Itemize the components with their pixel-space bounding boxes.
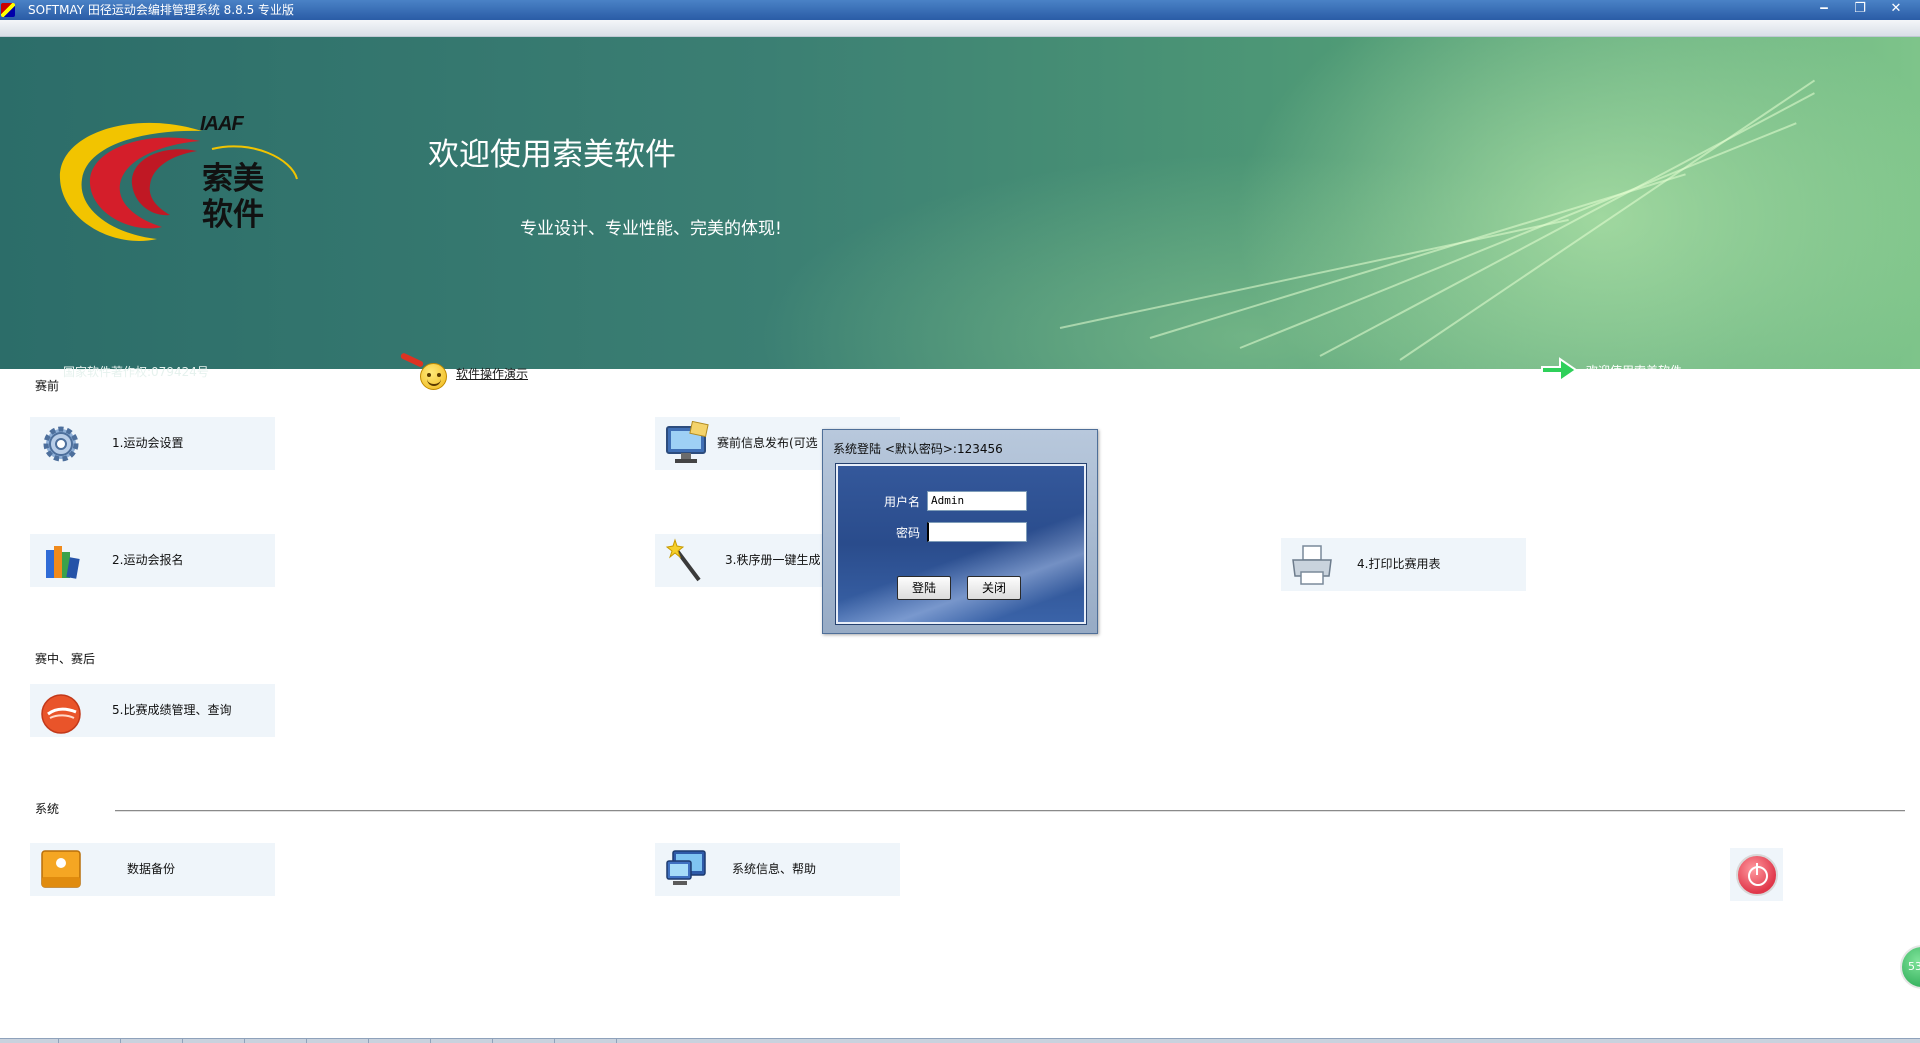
floating-widget[interactable]: 53 xyxy=(1900,945,1920,989)
minimize-button[interactable]: ‒ xyxy=(1806,0,1842,20)
tile-print-forms-label: 4.打印比赛用表 xyxy=(1357,557,1441,571)
tile-system-help[interactable]: 系统信息、帮助 xyxy=(655,843,900,896)
books-icon xyxy=(46,546,80,579)
section-system-label: 系统 xyxy=(35,802,60,816)
tile-meet-setup[interactable]: 1.运动会设置 xyxy=(30,417,275,470)
login-dialog-title: 系统登陆 <默认密码>:123456 xyxy=(833,442,1003,456)
app-logo-icon xyxy=(1,3,15,17)
section-pre-label: 赛前 xyxy=(35,379,60,393)
magic-wand-icon xyxy=(665,538,701,582)
banner-title: 欢迎使用索美软件 xyxy=(428,137,676,173)
username-label: 用户名 xyxy=(883,495,920,509)
status-segment xyxy=(244,1039,245,1043)
section-divider xyxy=(115,810,1905,812)
restore-button[interactable]: ❐ xyxy=(1842,0,1878,20)
welcome-banner: IAAF 索美软件 欢迎使用索美软件 专业设计、专业性能、完美的体现! 国家软件… xyxy=(0,37,1920,390)
status-segment xyxy=(306,1039,307,1043)
status-segment xyxy=(616,1039,617,1043)
status-segment xyxy=(58,1039,59,1043)
status-bar xyxy=(0,1038,1920,1043)
banner-streak xyxy=(1319,92,1815,357)
printer-icon xyxy=(1292,545,1332,585)
status-segment xyxy=(492,1039,493,1043)
smiley-icon xyxy=(398,352,450,391)
status-segment xyxy=(430,1039,431,1043)
banner-streak xyxy=(1059,218,1569,329)
demo-link[interactable]: 软件操作演示 xyxy=(398,352,528,391)
title-bar[interactable]: SOFTMAY 田径运动会编排管理系统 8.8.5 专业版 ‒ ❐ ✕ xyxy=(0,0,1920,20)
tile-results-manage-label: 5.比赛成绩管理、查询 xyxy=(112,703,232,717)
demo-link-label[interactable]: 软件操作演示 xyxy=(456,365,528,382)
password-input[interactable] xyxy=(927,522,1027,542)
section-during-label: 赛中、赛后 xyxy=(35,652,96,666)
tile-print-forms[interactable]: 4.打印比赛用表 xyxy=(1281,538,1526,591)
toolbar-strip xyxy=(0,20,1920,37)
monitor-icon xyxy=(666,421,709,463)
status-segment xyxy=(368,1039,369,1043)
login-dialog-body: 用户名 Admin 密码 登陆 关闭 xyxy=(835,463,1087,625)
login-button[interactable]: 登陆 xyxy=(897,576,951,600)
welcome-link-label[interactable]: 欢迎使用索美软件 xyxy=(1586,362,1682,379)
tile-registration-label: 2.运动会报名 xyxy=(112,553,184,567)
window-controls: ‒ ❐ ✕ xyxy=(1806,0,1914,20)
drive-icon xyxy=(41,850,81,888)
login-dialog: 系统登陆 <默认密码>:123456 用户名 Admin 密码 登陆 关闭 xyxy=(822,429,1098,634)
status-segment xyxy=(182,1039,183,1043)
gear-icon xyxy=(43,426,79,462)
tile-data-backup[interactable]: 数据备份 xyxy=(30,843,275,896)
app-window: SOFTMAY 田径运动会编排管理系统 8.8.5 专业版 ‒ ❐ ✕ IAAF… xyxy=(0,0,1920,1043)
tile-meet-setup-label: 1.运动会设置 xyxy=(112,436,184,450)
copyright-text: 国家软件著作权:079424号 xyxy=(63,365,209,379)
banner-streak xyxy=(1239,122,1797,349)
status-segment xyxy=(554,1039,555,1043)
close-dialog-button[interactable]: 关闭 xyxy=(967,576,1021,600)
logo-name-text: 索美软件 xyxy=(202,161,264,233)
logo-iaaf-text: IAAF xyxy=(200,113,244,135)
arrow-right-icon xyxy=(1541,357,1578,383)
tile-results-manage[interactable]: 5.比赛成绩管理、查询 xyxy=(30,684,275,737)
sports-ball-icon xyxy=(41,694,81,734)
username-input[interactable]: Admin xyxy=(927,491,1027,511)
tile-registration[interactable]: 2.运动会报名 xyxy=(30,534,275,587)
company-logo: IAAF 索美软件 xyxy=(52,109,302,259)
window-title: SOFTMAY 田径运动会编排管理系统 8.8.5 专业版 xyxy=(28,3,295,17)
computer-icon xyxy=(666,850,706,885)
tile-system-help-label: 系统信息、帮助 xyxy=(732,862,817,876)
close-window-button[interactable]: ✕ xyxy=(1878,0,1914,20)
tile-data-backup-label: 数据备份 xyxy=(127,862,176,876)
status-segment xyxy=(120,1039,121,1043)
exit-button[interactable] xyxy=(1730,848,1783,901)
banner-streak xyxy=(1399,79,1816,361)
welcome-link[interactable]: 欢迎使用索美软件 xyxy=(1540,355,1682,385)
power-icon xyxy=(1736,854,1778,896)
tile-program-generate-label: 3.秩序册一键生成 xyxy=(725,553,821,567)
tile-publish-info-label: 赛前信息发布(可选 xyxy=(717,436,818,450)
password-label: 密码 xyxy=(895,526,920,540)
banner-subtitle: 专业设计、专业性能、完美的体现! xyxy=(520,219,782,239)
